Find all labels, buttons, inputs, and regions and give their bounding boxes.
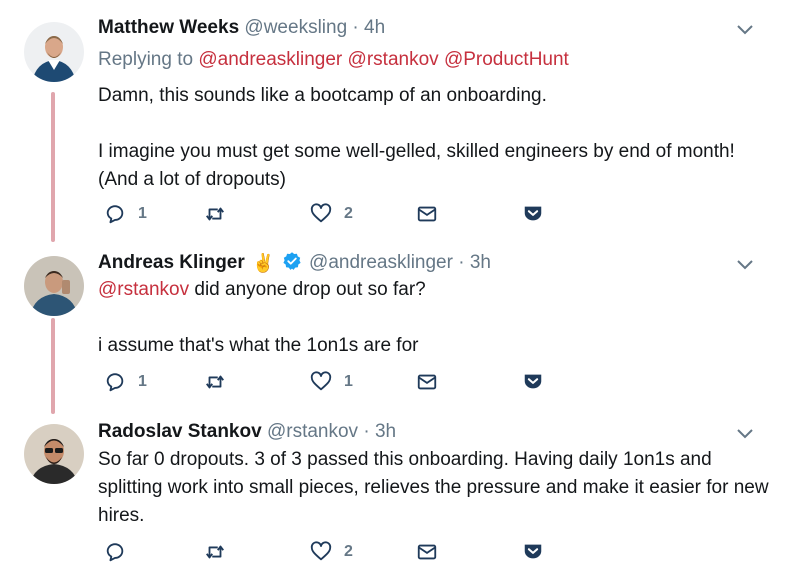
reply-icon xyxy=(106,543,124,562)
display-name[interactable]: Matthew Weeks xyxy=(98,17,239,38)
tweet-text: So far 0 dropouts. 3 of 3 passed this on… xyxy=(98,446,778,530)
pocket-icon xyxy=(524,374,542,389)
separator: · xyxy=(352,17,359,38)
envelope-icon xyxy=(417,544,437,560)
chevron-down-icon[interactable] xyxy=(736,428,754,440)
avatar[interactable] xyxy=(24,22,84,82)
separator: · xyxy=(458,252,465,273)
timestamp[interactable]: 3h xyxy=(470,252,491,273)
tweet-text: Damn, this sounds like a bootcamp of an … xyxy=(98,82,778,194)
envelope-icon xyxy=(417,374,437,390)
separator: · xyxy=(363,421,370,442)
reply-button[interactable]: 1 xyxy=(104,202,147,226)
tweet-text: @rstankov did anyone drop out so far? i … xyxy=(98,276,778,360)
display-name[interactable]: Andreas Klinger xyxy=(98,252,245,273)
replying-to: Replying to @andreasklinger @rstankov @P… xyxy=(98,48,569,72)
tweet-text-fragment: did anyone drop out so far? xyxy=(189,279,426,300)
verified-badge-icon xyxy=(283,252,301,270)
heart-icon xyxy=(310,541,332,561)
tweet-andreas-klinger[interactable]: Andreas Klinger ✌️ @andreasklinger · 3h … xyxy=(0,242,800,412)
pocket-icon xyxy=(524,544,542,559)
tweet-actions: 1 2 xyxy=(98,202,558,226)
direct-message-button[interactable] xyxy=(416,202,438,226)
direct-message-button[interactable] xyxy=(416,540,438,564)
tweet-matthew-weeks[interactable]: Matthew Weeks @weeksling · 4h Replying t… xyxy=(0,0,800,240)
reply-count: 1 xyxy=(138,373,147,390)
reply-icon xyxy=(106,205,124,224)
mention-link[interactable]: @ProductHunt xyxy=(444,49,569,70)
heart-icon xyxy=(310,203,332,223)
username[interactable]: @andreasklinger xyxy=(309,252,453,273)
tweet-radoslav-stankov[interactable]: Radoslav Stankov @rstankov · 3h So far 0… xyxy=(0,412,800,579)
tweet-paragraph: Damn, this sounds like a bootcamp of an … xyxy=(98,85,547,106)
like-button[interactable]: 1 xyxy=(310,370,353,394)
reply-icon xyxy=(106,373,124,392)
reply-button[interactable] xyxy=(104,540,138,564)
pocket-button[interactable] xyxy=(522,370,544,394)
pocket-button[interactable] xyxy=(522,202,544,226)
tweet-header: Matthew Weeks @weeksling · 4h xyxy=(98,16,385,40)
reply-button[interactable]: 1 xyxy=(104,370,147,394)
timestamp[interactable]: 4h xyxy=(364,17,385,38)
tweet-paragraph: i assume that's what the 1on1s are for xyxy=(98,335,419,356)
timestamp[interactable]: 3h xyxy=(375,421,396,442)
victory-hand-emoji: ✌️ xyxy=(252,253,275,273)
retweet-button[interactable] xyxy=(204,202,226,226)
like-button[interactable]: 2 xyxy=(310,202,353,226)
tweet-header: Andreas Klinger ✌️ @andreasklinger · 3h xyxy=(98,251,491,275)
like-count: 2 xyxy=(344,543,353,560)
like-count: 2 xyxy=(344,205,353,222)
chevron-down-icon[interactable] xyxy=(736,24,754,36)
tweet-actions: 2 xyxy=(98,540,558,564)
tweet-paragraph: I imagine you must get some well-gelled,… xyxy=(98,141,735,190)
tweet-paragraph: @rstankov did anyone drop out so far? xyxy=(98,276,778,304)
tweet-paragraph: So far 0 dropouts. 3 of 3 passed this on… xyxy=(98,449,769,526)
pocket-icon xyxy=(524,206,542,221)
heart-icon xyxy=(310,371,332,391)
username[interactable]: @rstankov xyxy=(267,421,358,442)
mention-link[interactable]: @andreasklinger xyxy=(198,49,342,70)
like-button[interactable]: 2 xyxy=(310,540,353,564)
pocket-button[interactable] xyxy=(522,540,544,564)
mention-link[interactable]: @rstankov xyxy=(98,279,189,300)
tweet-actions: 1 1 xyxy=(98,370,558,394)
display-name[interactable]: Radoslav Stankov xyxy=(98,421,262,442)
replying-to-label: Replying to xyxy=(98,49,194,70)
envelope-icon xyxy=(417,206,437,222)
reply-count: 1 xyxy=(138,205,147,222)
direct-message-button[interactable] xyxy=(416,370,438,394)
retweet-icon xyxy=(206,207,224,221)
username[interactable]: @weeksling xyxy=(244,17,347,38)
avatar[interactable] xyxy=(24,424,84,484)
avatar[interactable] xyxy=(24,256,84,316)
chevron-down-icon[interactable] xyxy=(736,259,754,271)
tweet-header: Radoslav Stankov @rstankov · 3h xyxy=(98,420,396,444)
mention-link[interactable]: @rstankov xyxy=(348,49,439,70)
retweet-icon xyxy=(206,545,224,559)
retweet-button[interactable] xyxy=(204,370,226,394)
retweet-button[interactable] xyxy=(204,540,226,564)
retweet-icon xyxy=(206,375,224,389)
like-count: 1 xyxy=(344,373,353,390)
